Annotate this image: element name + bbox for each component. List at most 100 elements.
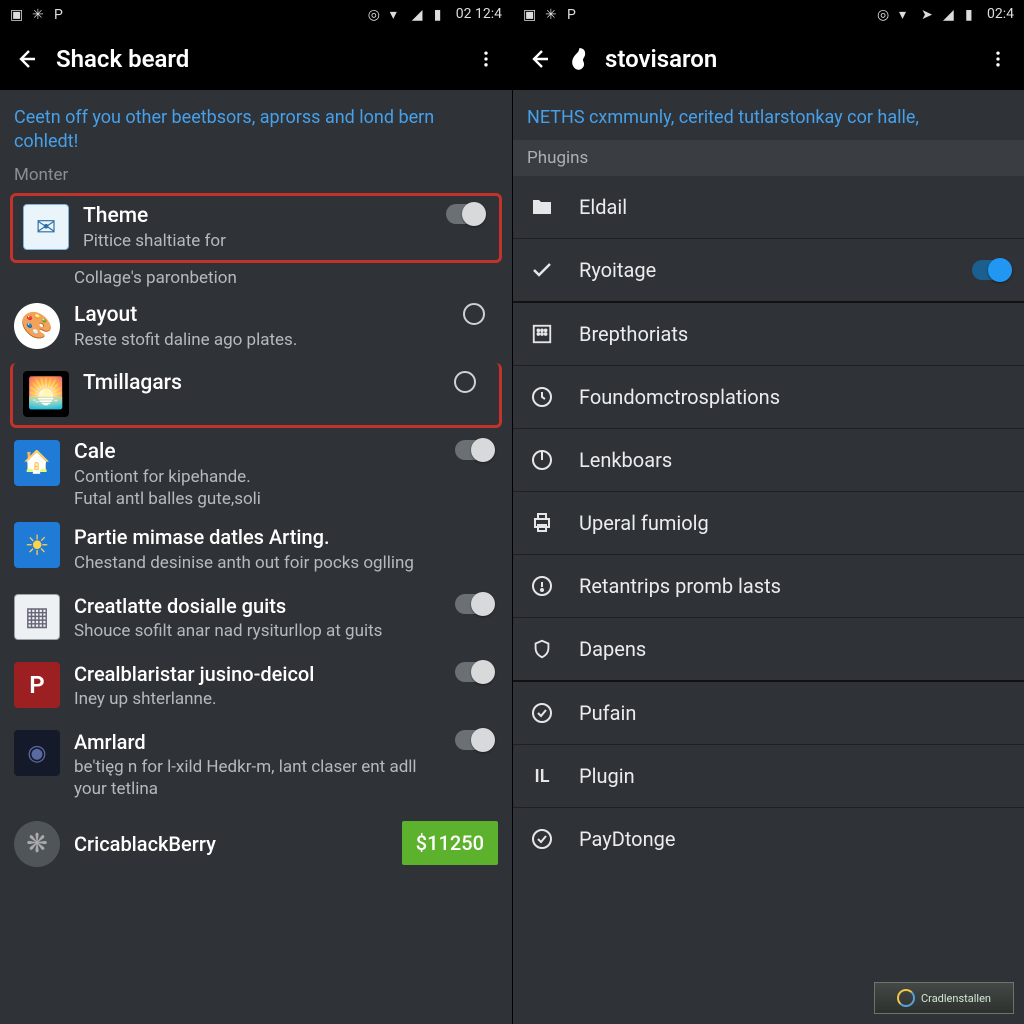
- setting-creatlatte[interactable]: Creatlatte dosialle guits Shouce sofilt …: [0, 584, 512, 652]
- grid-icon: [527, 319, 557, 349]
- setting-partie[interactable]: Partie mimase datles Arting. Chestand de…: [0, 520, 512, 584]
- plugin-eldail[interactable]: Eldail: [513, 176, 1024, 239]
- nav-icon: ➤: [921, 7, 935, 21]
- plugin-dapens[interactable]: Dapens: [513, 618, 1024, 682]
- plugin-label: Eldail: [579, 195, 1010, 219]
- plugin-ryoitage[interactable]: Ryoitage: [513, 239, 1024, 303]
- setting-subtitle: Iney up shterlanne.: [74, 688, 436, 710]
- plugin-lenkboars[interactable]: Lenkboars: [513, 429, 1024, 492]
- battery-icon: ▮: [434, 7, 448, 21]
- section-label: Monter: [0, 165, 512, 191]
- toggle-theme[interactable]: [446, 204, 484, 224]
- intro-text: Ceetn off you other beetbsors, aprorss a…: [0, 100, 512, 165]
- setting-title: Theme: [83, 204, 427, 228]
- plugin-pufain[interactable]: Pufain: [513, 682, 1024, 745]
- watermark-logo-icon: [897, 989, 915, 1007]
- section-header: Phugins: [513, 140, 1024, 176]
- radio-layout[interactable]: [463, 303, 485, 325]
- notif-icon-3: P: [54, 7, 68, 21]
- status-bar: ▣ ✳ P ◎ ▾ ◢ ▮ 02 12:4: [0, 0, 512, 28]
- envelope-icon: [23, 204, 69, 250]
- left-pane: ▣ ✳ P ◎ ▾ ◢ ▮ 02 12:4 Shack beard Ceetn …: [0, 0, 512, 1024]
- plugin-label: Plugin: [579, 764, 1010, 788]
- check-icon: [527, 255, 557, 285]
- back-button[interactable]: [525, 45, 553, 73]
- status-time: 02 12:4: [456, 6, 502, 22]
- circle-check-icon: [527, 824, 557, 854]
- watermark: Cradlenstallen: [874, 982, 1014, 1014]
- shield-icon: [527, 634, 557, 664]
- right-pane: ▣ ✳ P ◎ ▾ ➤ ◢ ▮ 02:4 stovisaron: [512, 0, 1024, 1024]
- overflow-menu-button[interactable]: [472, 45, 500, 73]
- weather-icon: [14, 522, 60, 568]
- right-body: NETHS cxmmunly, cerited tutlarstonkay co…: [513, 90, 1024, 1024]
- print-icon: [527, 508, 557, 538]
- status-bar: ▣ ✳ P ◎ ▾ ➤ ◢ ▮ 02:4: [513, 0, 1024, 28]
- plugin-brepthoriats[interactable]: Brepthoriats: [513, 303, 1024, 366]
- status-time: 02:4: [987, 6, 1014, 22]
- toggle-cale[interactable]: [455, 440, 493, 460]
- setting-subtitle: be'tięg n for l-xild Hedkr-m, lant clase…: [74, 756, 436, 800]
- plugin-paydtonge[interactable]: PayDtonge: [513, 808, 1024, 870]
- coin-icon: [14, 821, 60, 867]
- app-bar: stovisaron: [513, 28, 1024, 90]
- location-icon: ◎: [368, 7, 382, 21]
- setting-subtitle: Shouce sofilt anar nad rysiturllop at gu…: [74, 620, 436, 642]
- plugin-label: Retantrips promb lasts: [579, 574, 1010, 598]
- setting-crealblaristar[interactable]: Crealblaristar jusino-deicol Iney up sht…: [0, 652, 512, 720]
- setting-subtitle-2: Collage's paronbetion: [74, 267, 237, 289]
- circle-check-icon: [527, 698, 557, 728]
- intro-text: NETHS cxmmunly, cerited tutlarstonkay co…: [513, 100, 1024, 140]
- setting-cricablackberry[interactable]: CricablackBerry $11250: [0, 811, 512, 877]
- setting-title: Tmillagars: [83, 371, 427, 395]
- left-body: Ceetn off you other beetbsors, aprorss a…: [0, 90, 512, 1024]
- page-title: Shack beard: [56, 45, 472, 73]
- price-button[interactable]: $11250: [402, 821, 498, 865]
- setting-title: CricablackBerry: [74, 832, 388, 856]
- toggle-amrlard[interactable]: [455, 730, 493, 750]
- calendar-icon: [14, 440, 60, 486]
- overflow-menu-button[interactable]: [984, 45, 1012, 73]
- setting-title: Crealblaristar jusino-deicol: [74, 662, 436, 686]
- sunrise-icon: [23, 371, 69, 417]
- setting-cale[interactable]: Cale Contiont for kipehande. Futal antl …: [0, 430, 512, 520]
- signal-icon: ◢: [412, 7, 426, 21]
- plugin-foundom[interactable]: Foundomctrosplations: [513, 366, 1024, 429]
- plugin-retantrips[interactable]: Retantrips promb lasts: [513, 555, 1024, 618]
- red-app-icon: [14, 662, 60, 708]
- setting-title: Partie mimase datles Arting.: [74, 524, 498, 550]
- setting-theme[interactable]: Theme Pittice shaltiate for: [10, 193, 502, 263]
- folder-icon: [527, 192, 557, 222]
- notif-icon-3: P: [567, 7, 581, 21]
- plugin-label: PayDtonge: [579, 827, 1010, 851]
- setting-tmillagars[interactable]: Tmillagars: [10, 363, 502, 428]
- watermark-text: Cradlenstallen: [921, 992, 991, 1005]
- radio-tmillagars[interactable]: [454, 371, 476, 393]
- notif-icon-1: ▣: [523, 7, 537, 21]
- letters-icon: IL: [527, 761, 557, 791]
- page-title: stovisaron: [605, 45, 984, 73]
- signal-icon: ◢: [943, 7, 957, 21]
- plugin-label: Brepthoriats: [579, 322, 1010, 346]
- setting-title: Amrlard: [74, 730, 436, 754]
- location-icon: ◎: [877, 7, 891, 21]
- power-icon: [527, 445, 557, 475]
- app-bar: Shack beard: [0, 28, 512, 90]
- battery-icon: ▮: [965, 7, 979, 21]
- alert-clock-icon: [527, 571, 557, 601]
- setting-layout[interactable]: Layout Reste stofit daline ago plates.: [0, 293, 512, 361]
- plugin-label: Dapens: [579, 637, 1010, 661]
- toggle-creatlatte[interactable]: [455, 594, 493, 614]
- setting-subtitle: Contiont for kipehande. Futal antl balle…: [74, 466, 436, 510]
- plugin-uperal[interactable]: Uperal fumiolg: [513, 492, 1024, 555]
- toggle-crealblaristar[interactable]: [455, 662, 493, 682]
- setting-subtitle: Chestand desinise anth out foir pocks og…: [74, 552, 498, 574]
- plugin-plugin[interactable]: IL Plugin: [513, 745, 1024, 808]
- toggle-ryoitage[interactable]: [972, 260, 1010, 280]
- plugin-label: Lenkboars: [579, 448, 1010, 472]
- setting-title: Creatlatte dosialle guits: [74, 594, 436, 618]
- setting-amrlard[interactable]: Amrlard be'tięg n for l-xild Hedkr-m, la…: [0, 720, 512, 810]
- back-button[interactable]: [12, 45, 40, 73]
- screenshot-icon: [14, 594, 60, 640]
- setting-title: Cale: [74, 440, 436, 464]
